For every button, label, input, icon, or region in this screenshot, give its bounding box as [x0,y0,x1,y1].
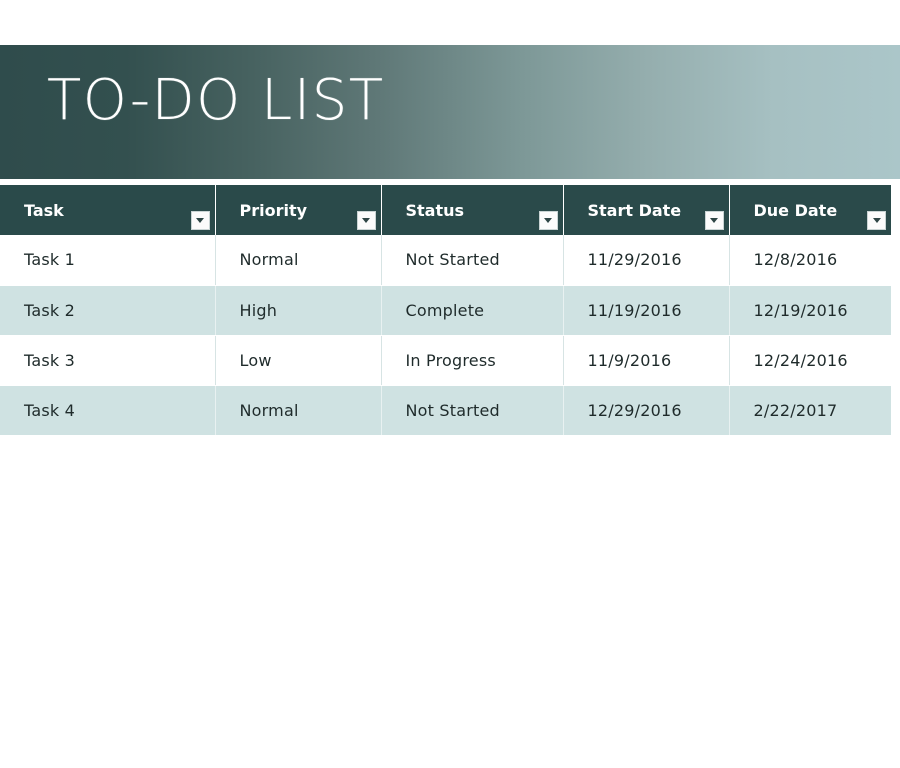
filter-button-status[interactable] [538,211,558,230]
cell-start-date[interactable]: 11/19/2016 [563,285,730,336]
column-header-priority[interactable]: Priority [215,185,382,235]
chevron-down-icon [196,218,204,223]
table-row[interactable]: Task 3 Low In Progress 11/9/2016 12/24/2… [0,335,891,386]
cell-task[interactable]: Task 2 [0,285,216,336]
column-header-priority-label: Priority [239,200,308,220]
cell-task[interactable]: Task 4 [0,385,216,435]
filter-button-priority[interactable] [356,211,376,230]
title-banner: TO-DO LIST [0,45,900,179]
cell-due-date[interactable]: 12/8/2016 [729,235,891,286]
cell-task[interactable]: Task 3 [0,335,216,386]
column-header-status-label: Status [405,200,465,220]
cell-priority[interactable]: High [215,285,382,336]
cell-status[interactable]: In Progress [381,335,564,386]
table-row[interactable]: Task 4 Normal Not Started 12/29/2016 2/2… [0,385,891,435]
table-header: Task Priority Status Start Date Due Date [0,185,891,235]
cell-due-date[interactable]: 12/19/2016 [729,285,891,336]
table-row[interactable]: Task 2 High Complete 11/19/2016 12/19/20… [0,285,891,336]
column-header-start-date[interactable]: Start Date [563,185,730,235]
todo-table-container: Task Priority Status Start Date Due Date… [0,185,891,435]
chevron-down-icon [710,218,718,223]
chevron-down-icon [362,218,370,223]
filter-button-due-date[interactable] [867,211,886,230]
cell-priority[interactable]: Normal [215,385,382,435]
column-header-due-date-label: Due Date [753,200,838,220]
cell-due-date[interactable]: 2/22/2017 [729,385,891,435]
cell-status[interactable]: Not Started [381,235,564,286]
filter-button-start-date[interactable] [704,211,724,230]
page-root: TO-DO LIST Task Priority Status Start Da… [0,0,900,768]
cell-task[interactable]: Task 1 [0,235,216,286]
cell-priority[interactable]: Normal [215,235,382,286]
chevron-down-icon [872,218,881,223]
cell-start-date[interactable]: 12/29/2016 [563,385,730,435]
column-header-start-date-label: Start Date [587,200,682,220]
cell-priority[interactable]: Low [215,335,382,386]
filter-button-task[interactable] [190,211,210,230]
cell-status[interactable]: Complete [381,285,564,336]
column-header-task[interactable]: Task [0,185,216,235]
cell-due-date[interactable]: 12/24/2016 [729,335,891,386]
page-title: TO-DO LIST [47,68,385,133]
table-body: Task 1 Normal Not Started 11/29/2016 12/… [0,235,891,435]
cell-start-date[interactable]: 11/29/2016 [563,235,730,286]
chevron-down-icon [544,218,552,223]
cell-start-date[interactable]: 11/9/2016 [563,335,730,386]
cell-status[interactable]: Not Started [381,385,564,435]
table-row[interactable]: Task 1 Normal Not Started 11/29/2016 12/… [0,235,891,286]
todo-table: Task Priority Status Start Date Due Date… [0,185,891,435]
column-header-status[interactable]: Status [381,185,564,235]
column-header-task-label: Task [24,200,64,220]
column-header-due-date[interactable]: Due Date [729,185,891,235]
header-row: Task Priority Status Start Date Due Date [0,185,891,235]
